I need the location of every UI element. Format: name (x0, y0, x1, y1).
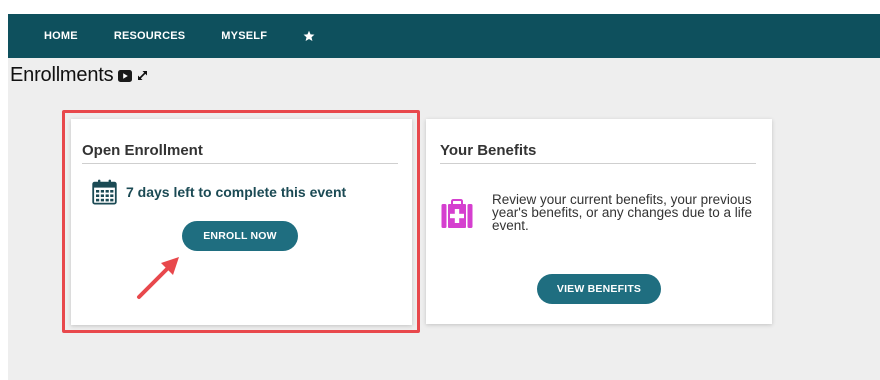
arrow-icon (131, 249, 191, 304)
title-row: Enrollments (10, 64, 149, 87)
open-enrollment-card: Open Enrollment 7 days left to complete … (71, 119, 412, 325)
video-icon[interactable] (118, 69, 133, 82)
your-benefits-card: Your Benefits Review your current benefi… (426, 119, 772, 324)
star-icon[interactable] (303, 30, 315, 42)
top-nav: HOME RESOURCES MYSELF (8, 14, 880, 58)
days-left-text: 7 days left to complete this event (126, 184, 347, 200)
card-divider (440, 163, 756, 164)
expand-icon[interactable] (136, 69, 149, 82)
card-divider (82, 163, 398, 164)
page-title: Enrollments (10, 64, 114, 86)
nav-resources[interactable]: RESOURCES (114, 30, 185, 42)
nav-myself[interactable]: MYSELF (221, 30, 267, 42)
your-benefits-title: Your Benefits (440, 142, 537, 159)
calendar-icon (92, 179, 117, 205)
view-benefits-button[interactable]: VIEW BENEFITS (537, 274, 661, 304)
enroll-now-button[interactable]: ENROLL NOW (182, 221, 298, 251)
open-enrollment-title: Open Enrollment (82, 142, 203, 159)
benefits-description: Review your current benefits, your previ… (492, 192, 752, 233)
nav-home[interactable]: HOME (44, 30, 78, 42)
page-background: HOME RESOURCES MYSELF Enrollments Open E… (8, 14, 880, 380)
first-aid-kit-icon (441, 199, 473, 229)
